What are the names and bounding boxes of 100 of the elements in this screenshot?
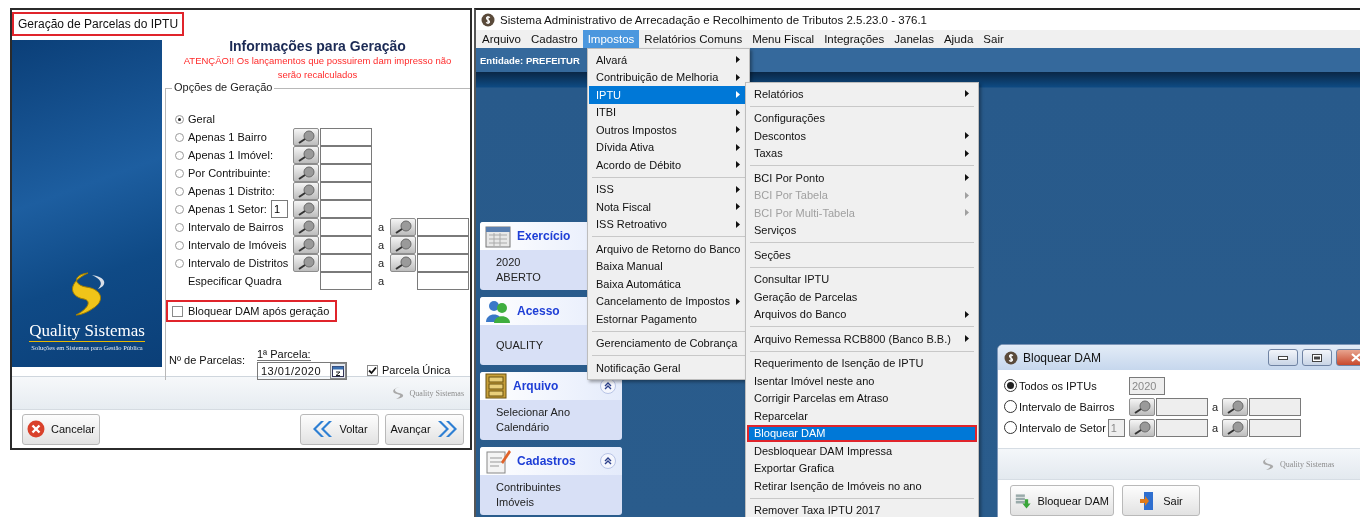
menu-item[interactable]: Reparcelar bbox=[747, 407, 977, 425]
menu-item[interactable]: Alvará bbox=[589, 51, 749, 69]
input-field[interactable] bbox=[1156, 418, 1208, 437]
menu-item[interactable]: Dívida Ativa bbox=[589, 138, 749, 156]
input-field[interactable] bbox=[417, 272, 469, 290]
menu-bar-item[interactable]: Janelas bbox=[889, 30, 939, 48]
menu-item[interactable]: Taxas bbox=[747, 144, 977, 162]
lookup-button[interactable] bbox=[390, 236, 416, 254]
lookup-button[interactable] bbox=[293, 200, 319, 218]
radio-button[interactable] bbox=[175, 204, 184, 214]
radio-button[interactable] bbox=[175, 240, 184, 250]
lookup-button[interactable] bbox=[390, 254, 416, 272]
menu-item[interactable]: Serviços bbox=[747, 221, 977, 239]
lookup-button[interactable] bbox=[1222, 418, 1248, 437]
maximize-button[interactable] bbox=[1302, 349, 1332, 366]
input-field[interactable] bbox=[417, 254, 469, 272]
menu-bar-item[interactable]: Cadastro bbox=[526, 30, 583, 48]
panel-link[interactable]: Contribuintes bbox=[496, 480, 606, 495]
menu-item[interactable]: Corrigir Parcelas em Atraso bbox=[747, 389, 977, 407]
input-field[interactable] bbox=[320, 236, 372, 254]
menu-item[interactable]: Baixa Manual bbox=[589, 257, 749, 275]
panel-link[interactable]: Calendário bbox=[496, 420, 606, 435]
menu-item[interactable]: Seções bbox=[747, 246, 977, 264]
menu-item[interactable]: ITBI bbox=[589, 103, 749, 121]
radio-button[interactable] bbox=[1004, 421, 1017, 434]
radio-button[interactable] bbox=[175, 114, 184, 124]
cancel-button[interactable]: Cancelar bbox=[22, 413, 100, 445]
menu-item[interactable]: BCI Por Ponto bbox=[747, 169, 977, 187]
menu-item[interactable]: Descontos bbox=[747, 127, 977, 145]
input-field[interactable] bbox=[320, 128, 372, 146]
input-field[interactable] bbox=[320, 164, 372, 182]
back-button[interactable]: Voltar bbox=[300, 413, 379, 445]
input-field[interactable] bbox=[320, 272, 372, 290]
input-field[interactable] bbox=[1249, 397, 1301, 416]
panel-header[interactable]: Cadastros bbox=[480, 447, 622, 475]
checkbox[interactable] bbox=[367, 364, 378, 376]
menu-item[interactable]: Requerimento de Isenção de IPTU bbox=[747, 354, 977, 372]
menu-bar-item[interactable]: Ajuda bbox=[938, 30, 979, 48]
radio-button[interactable] bbox=[1004, 400, 1017, 413]
radio-button[interactable] bbox=[175, 258, 184, 268]
menu-item[interactable]: Retirar Isenção de Imóveis no ano bbox=[747, 477, 977, 495]
menu-item[interactable]: Geração de Parcelas bbox=[747, 288, 977, 306]
checkbox-option[interactable]: Parcela Única bbox=[367, 364, 470, 376]
collapse-button[interactable] bbox=[600, 453, 616, 469]
input-field[interactable] bbox=[1249, 418, 1301, 437]
lookup-button[interactable] bbox=[1129, 397, 1155, 416]
menu-item[interactable]: Configurações bbox=[747, 109, 977, 127]
calendar-button[interactable] bbox=[330, 363, 346, 379]
menu-item[interactable]: Contribuição de Melhoria bbox=[589, 68, 749, 86]
radio-button[interactable] bbox=[175, 132, 184, 142]
input-field[interactable] bbox=[417, 218, 469, 236]
lookup-button[interactable] bbox=[390, 218, 416, 236]
menu-item[interactable]: Isentar Imóvel neste ano bbox=[747, 372, 977, 390]
input-field[interactable] bbox=[320, 182, 372, 200]
menu-item[interactable]: Consultar IPTU bbox=[747, 270, 977, 288]
checkbox-option[interactable]: Bloquear DAM após geração bbox=[166, 300, 338, 322]
input-field[interactable] bbox=[320, 146, 372, 164]
menu-item[interactable]: Nota Fiscal bbox=[589, 198, 749, 216]
input-field[interactable] bbox=[320, 200, 372, 218]
menu-bar-item[interactable]: Relatórios Comuns bbox=[639, 30, 748, 48]
menu-item[interactable]: Arquivo Remessa RCB800 (Banco B.B.) bbox=[747, 330, 977, 348]
menu-bar-item[interactable]: Menu Fiscal bbox=[747, 30, 820, 48]
lookup-button[interactable] bbox=[293, 254, 319, 272]
menu-item[interactable]: Remover Taxa IPTU 2017 bbox=[747, 501, 977, 517]
input-field[interactable] bbox=[320, 254, 372, 272]
input-field[interactable] bbox=[417, 236, 469, 254]
exit-button[interactable]: Sair bbox=[1122, 485, 1200, 516]
lookup-button[interactable] bbox=[293, 236, 319, 254]
menu-item[interactable]: Gerenciamento de Cobrança bbox=[589, 334, 749, 352]
menu-item[interactable]: ISS bbox=[589, 180, 749, 198]
menu-item[interactable]: Baixa Automática bbox=[589, 275, 749, 293]
lookup-button[interactable] bbox=[293, 182, 319, 200]
radio-button[interactable] bbox=[175, 150, 184, 160]
menu-bar-item[interactable]: Sair bbox=[978, 30, 1009, 48]
menu-item[interactable]: Relatórios bbox=[747, 85, 977, 103]
input-field[interactable]: 1 bbox=[270, 200, 288, 218]
panel-link[interactable]: Imóveis bbox=[496, 495, 606, 510]
menu-bar-item[interactable]: Integrações bbox=[819, 30, 890, 48]
panel-header[interactable]: Arquivo bbox=[480, 372, 622, 400]
input-field[interactable] bbox=[1156, 397, 1208, 416]
menu-item[interactable]: Desbloquear DAM Impressa bbox=[747, 442, 977, 460]
radio-button[interactable] bbox=[175, 186, 184, 196]
menu-item[interactable]: Outros Impostos bbox=[589, 121, 749, 139]
radio-button[interactable] bbox=[1004, 379, 1017, 392]
next-button[interactable]: Avançar bbox=[385, 413, 464, 445]
menu-item[interactable]: Arquivos do Banco bbox=[747, 305, 977, 323]
block-dam-button[interactable]: Bloquear DAM bbox=[1010, 485, 1114, 516]
lookup-button[interactable] bbox=[1129, 418, 1155, 437]
lookup-button[interactable] bbox=[293, 128, 319, 146]
menu-item[interactable]: Acordo de Débito bbox=[589, 156, 749, 174]
minimize-button[interactable] bbox=[1268, 349, 1298, 366]
radio-button[interactable] bbox=[175, 168, 184, 178]
panel-link[interactable]: Selecionar Ano bbox=[496, 405, 606, 420]
menu-bar-item[interactable]: Arquivo bbox=[477, 30, 526, 48]
radio-button[interactable] bbox=[175, 222, 184, 232]
lookup-button[interactable] bbox=[293, 218, 319, 236]
lookup-button[interactable] bbox=[293, 164, 319, 182]
menu-item[interactable]: Bloquear DAM bbox=[747, 424, 977, 442]
checkbox[interactable] bbox=[172, 305, 183, 317]
input-field[interactable] bbox=[320, 218, 372, 236]
